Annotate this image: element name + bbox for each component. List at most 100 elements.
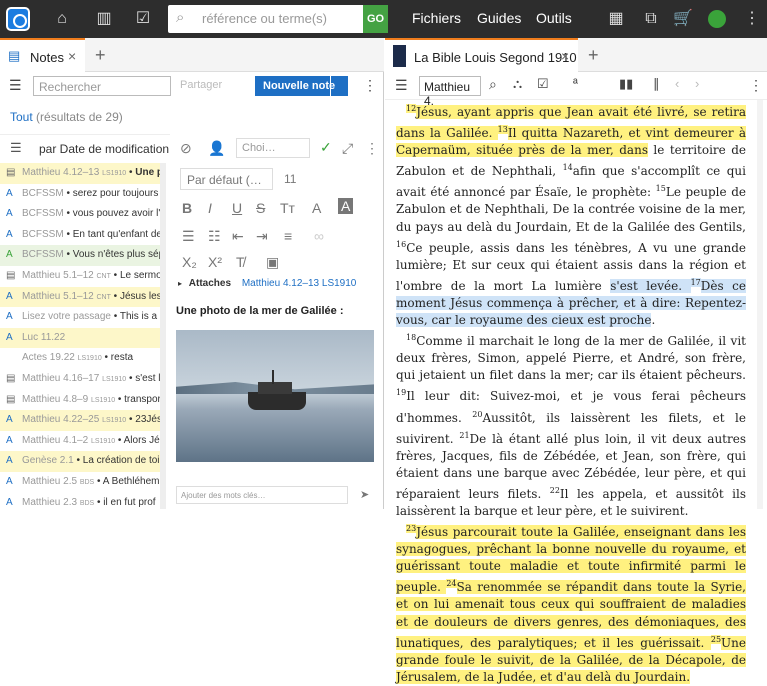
back-icon[interactable]: ‹: [675, 76, 679, 91]
keywords-input[interactable]: Ajouter des mots clés…: [176, 486, 348, 504]
size-select[interactable]: 11: [282, 168, 310, 190]
verse-number[interactable]: 20: [472, 410, 482, 419]
check-icon[interactable]: ✓: [320, 139, 332, 156]
status-icon[interactable]: ⊘: [180, 140, 192, 157]
list-item[interactable]: A Matthieu 2.3 BDS • il en fut prof: [0, 493, 160, 514]
list-item[interactable]: A Matthieu 2.5 BDS • A Bethléhem: [0, 472, 160, 493]
indent-icon[interactable]: ⇥: [256, 228, 268, 245]
tab-notes[interactable]: ▤ Notes ×: [0, 38, 85, 72]
scrollbar[interactable]: [757, 100, 763, 509]
close-icon[interactable]: ×: [68, 48, 76, 64]
list-item[interactable]: ▤ Matthieu 5.1–12 CNT • Le sermo: [0, 266, 160, 287]
image-icon[interactable]: ▣: [266, 254, 279, 271]
list-item[interactable]: ▤ Matthieu 4.16–17 LS1910 • s'est l: [0, 369, 160, 390]
bold-icon[interactable]: B: [182, 200, 192, 216]
list-item[interactable]: A Matthieu 5.1–12 CNT • Jésus les: [0, 286, 160, 308]
search-input[interactable]: référence ou terme(s): [202, 11, 327, 26]
list-item[interactable]: Actes 19.22 LS1910 • resta: [0, 348, 160, 369]
subscript-icon[interactable]: X₂: [182, 254, 197, 270]
list-view-icon[interactable]: ☰: [10, 140, 22, 156]
list-item[interactable]: A Matthieu 4.1–2 LS1910 • Alors Jé: [0, 431, 160, 452]
go-button[interactable]: GO: [363, 5, 388, 33]
expand-icon[interactable]: ⤢: [342, 140, 353, 157]
sort-dropdown[interactable]: par Date de modification: [39, 142, 169, 156]
menu-guides[interactable]: Guides: [477, 10, 521, 26]
verse-number[interactable]: 12: [406, 104, 417, 113]
new-note-button[interactable]: Nouvelle note: [255, 76, 348, 96]
align-icon[interactable]: ≡: [284, 228, 292, 244]
underline-icon[interactable]: U: [232, 200, 242, 216]
numbered-list-icon[interactable]: ☷: [208, 228, 221, 245]
filter[interactable]: Tout (résultats de 29): [10, 110, 123, 124]
notes-search-input[interactable]: Rechercher: [33, 76, 171, 96]
superscript-icon[interactable]: X²: [208, 254, 222, 270]
layout-icon[interactable]: ▦: [606, 9, 626, 29]
text-size-icon[interactable]: Tт: [280, 200, 295, 216]
list-item[interactable]: ABCFSSM • Vous n'êtes plus sépa: [0, 245, 160, 266]
columns-icon[interactable]: ▮▮: [619, 76, 633, 92]
add-tab-icon[interactable]: +: [588, 45, 599, 66]
more-icon[interactable]: ⋮: [749, 77, 763, 94]
verse-number[interactable]: 18: [406, 333, 416, 342]
checklist-icon[interactable]: ☑: [537, 76, 549, 92]
link-icon[interactable]: ∞: [314, 228, 324, 244]
avatar[interactable]: [708, 10, 726, 28]
parallel-icon[interactable]: ∥: [653, 76, 660, 92]
interlinear-icon[interactable]: ª: [573, 76, 578, 91]
verse-number[interactable]: 16: [396, 240, 406, 249]
bullet-list-icon[interactable]: ☰: [182, 228, 195, 245]
search-icon[interactable]: ⌕: [489, 76, 497, 93]
more-icon[interactable]: ⋮: [363, 77, 377, 94]
list-item[interactable]: A BCFSSM • serez pour toujours l': [0, 184, 160, 205]
library-icon[interactable]: ▥: [94, 9, 114, 29]
list-item[interactable]: ALisez votre passage • This is a te: [0, 307, 160, 328]
verse-number[interactable]: 23: [406, 524, 417, 534]
list-item[interactable]: A BCFSSM • vous pouvez avoir l'a: [0, 204, 160, 225]
tab-bible[interactable]: La Bible Louis Segond 1910 ×: [385, 38, 578, 72]
share-button[interactable]: Partager: [180, 79, 222, 91]
outdent-icon[interactable]: ⇤: [232, 228, 244, 245]
highlight-icon[interactable]: A: [338, 198, 354, 214]
add-tab-icon[interactable]: +: [95, 45, 106, 66]
home-icon[interactable]: ⌂: [52, 9, 72, 29]
verse-number[interactable]: 14: [563, 163, 573, 172]
list-item[interactable]: ▤ Matthieu 4.12–13 LS1910 • Une p: [0, 163, 160, 184]
verse-number[interactable]: 19: [396, 388, 406, 397]
list-item[interactable]: A Luc 11.22: [0, 327, 160, 349]
panel-add-icon[interactable]: ⧉: [641, 9, 661, 29]
more-icon[interactable]: ⋮: [365, 140, 379, 157]
verse-number[interactable]: 25: [710, 634, 722, 644]
font-select[interactable]: Par défaut (…: [180, 168, 273, 190]
verse-number[interactable]: 22: [550, 486, 560, 495]
people-icon[interactable]: ⛬: [513, 76, 522, 92]
menu-fichiers[interactable]: Fichiers: [412, 10, 461, 26]
users-icon[interactable]: 👤: [208, 140, 225, 157]
verse-number[interactable]: 13: [497, 125, 508, 135]
menu-icon[interactable]: ☰: [9, 77, 22, 94]
notebook-select[interactable]: Choi…: [236, 138, 310, 158]
more-icon[interactable]: ⋮: [742, 9, 762, 29]
send-icon[interactable]: ➤: [360, 488, 369, 501]
list-item[interactable]: A Matthieu 4.22–25 LS1910 • 23Jés: [0, 410, 160, 431]
list-item[interactable]: ▤ Matthieu 4.8–9 LS1910 • transpor: [0, 390, 160, 411]
attachments-ref[interactable]: Matthieu 4.12–13 LS1910: [242, 278, 357, 289]
verse-number[interactable]: 17: [690, 277, 701, 287]
menu-icon[interactable]: ☰: [395, 77, 408, 94]
verse-number[interactable]: 15: [656, 184, 666, 193]
search-bar[interactable]: ⌕ référence ou terme(s) GO: [168, 5, 388, 33]
menu-outils[interactable]: Outils: [536, 10, 572, 26]
scrollbar[interactable]: [160, 163, 166, 509]
italic-icon[interactable]: I: [208, 200, 212, 216]
clear-format-icon[interactable]: T̸: [236, 254, 245, 270]
close-icon[interactable]: ×: [561, 48, 569, 64]
checklist-icon[interactable]: ☑: [133, 9, 153, 29]
forward-icon[interactable]: ›: [695, 76, 699, 91]
list-item[interactable]: A Genèse 2.1 • La création de toi: [0, 451, 160, 472]
verse-number[interactable]: 21: [459, 431, 469, 440]
font-color-icon[interactable]: A: [312, 200, 321, 216]
verse-number[interactable]: 24: [446, 579, 457, 589]
strikethrough-icon[interactable]: S: [256, 200, 265, 216]
logos-home-icon[interactable]: [6, 7, 30, 31]
list-item[interactable]: A BCFSSM • En tant qu'enfant de: [0, 225, 160, 246]
cart-icon[interactable]: 🛒: [673, 9, 693, 29]
